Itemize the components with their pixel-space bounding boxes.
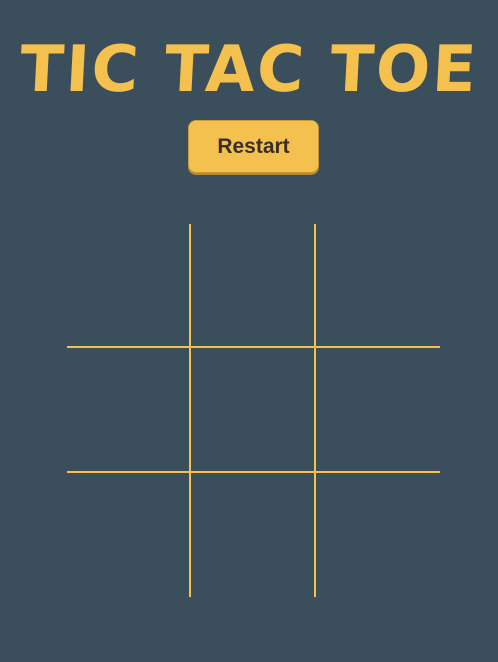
game-title: TIC TAC TOE — [18, 33, 480, 107]
board-cell-3[interactable] — [316, 224, 440, 348]
board-cell-9[interactable] — [316, 473, 440, 597]
board-cell-5[interactable] — [191, 348, 316, 473]
restart-button[interactable]: Restart — [188, 120, 319, 173]
board-cell-7[interactable] — [67, 473, 191, 597]
board-cell-6[interactable] — [316, 348, 440, 473]
game-board — [67, 224, 442, 599]
board-cell-4[interactable] — [67, 348, 191, 473]
board-cell-2[interactable] — [191, 224, 316, 348]
board-cell-1[interactable] — [67, 224, 191, 348]
board-cell-8[interactable] — [191, 473, 316, 597]
